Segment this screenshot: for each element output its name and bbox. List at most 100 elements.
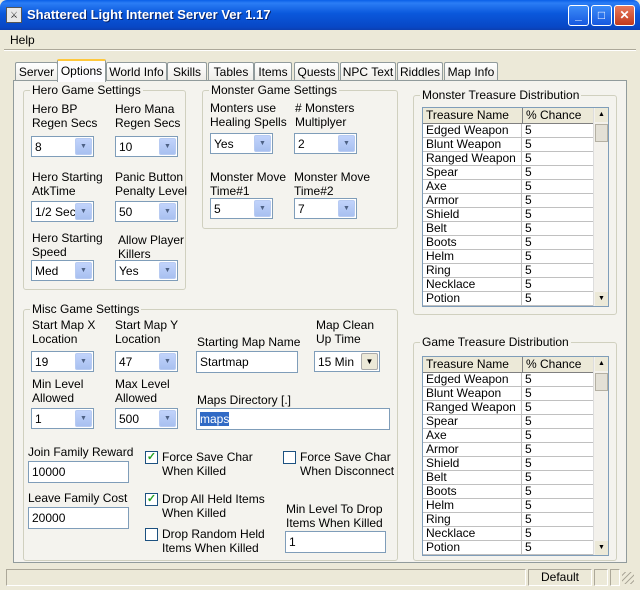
treasure-name-cell[interactable]: Ring	[423, 264, 522, 278]
table-row[interactable]: Belt 5	[423, 471, 595, 485]
minimize-button[interactable]: _	[568, 5, 589, 26]
tab-world-info[interactable]: World Info	[106, 62, 167, 81]
table-row[interactable]: Ranged Weapon 5	[423, 401, 595, 415]
treasure-name-cell[interactable]: Potion	[423, 541, 522, 555]
close-button[interactable]: ✕	[614, 5, 635, 26]
treasure-name-cell[interactable]: Axe	[423, 429, 522, 443]
table-row[interactable]: Spear 5	[423, 166, 595, 180]
treasure-name-cell[interactable]: Necklace	[423, 278, 522, 292]
hero-bp-regen-select[interactable]: 8 ▼	[31, 136, 94, 157]
treasure-name-cell[interactable]: Edged Weapon	[423, 373, 522, 387]
resize-grip-icon[interactable]	[622, 572, 634, 584]
treasure-name-cell[interactable]: Boots	[423, 236, 522, 250]
table-row[interactable]: Shield 5	[423, 208, 595, 222]
hero-speed-select[interactable]: Med ▼	[31, 260, 94, 281]
column-header-treasure-name[interactable]: Treasure Name	[423, 357, 523, 373]
treasure-name-cell[interactable]: Belt	[423, 222, 522, 236]
treasure-name-cell[interactable]: Helm	[423, 250, 522, 264]
map-clean-select[interactable]: 15 Min ▼	[314, 351, 380, 372]
drop-all-checkbox[interactable]: ✓	[145, 493, 158, 506]
column-header-chance[interactable]: % Chance	[523, 108, 595, 124]
tab-tables[interactable]: Tables	[208, 62, 254, 81]
join-reward-field[interactable]: 10000	[28, 461, 129, 483]
drop-random-checkbox[interactable]	[145, 528, 158, 541]
leave-cost-field[interactable]: 20000	[28, 507, 129, 529]
chance-cell[interactable]: 5	[522, 387, 594, 400]
dropdown-arrow-icon[interactable]: ▼	[159, 353, 176, 370]
hero-mana-regen-select[interactable]: 10 ▼	[115, 136, 178, 157]
maps-directory-field[interactable]: maps	[196, 408, 390, 430]
table-row[interactable]: Spear 5	[423, 415, 595, 429]
start-x-select[interactable]: 19 ▼	[31, 351, 94, 372]
chance-cell[interactable]: 5	[522, 166, 594, 179]
vertical-scrollbar[interactable]: ▲ ▼	[593, 357, 608, 555]
table-row[interactable]: Helm 5	[423, 250, 595, 264]
scroll-down-icon[interactable]: ▼	[595, 541, 608, 555]
monster-multiplier-select[interactable]: 2 ▼	[294, 133, 357, 154]
chance-cell[interactable]: 5	[522, 541, 594, 554]
chance-cell[interactable]: 5	[522, 194, 594, 207]
dropdown-arrow-icon[interactable]: ▼	[159, 262, 176, 279]
treasure-name-cell[interactable]: Shield	[423, 457, 522, 471]
treasure-name-cell[interactable]: Spear	[423, 166, 522, 180]
table-row[interactable]: Blunt Weapon 5	[423, 387, 595, 401]
menu-help[interactable]: Help	[10, 33, 35, 47]
dropdown-arrow-icon[interactable]: ▼	[75, 138, 92, 155]
dropdown-arrow-icon[interactable]: ▼	[159, 410, 176, 427]
column-header-treasure-name[interactable]: Treasure Name	[423, 108, 523, 124]
dropdown-arrow-icon[interactable]: ▼	[361, 353, 378, 370]
dropdown-arrow-icon[interactable]: ▼	[338, 200, 355, 217]
dropdown-arrow-icon[interactable]: ▼	[338, 135, 355, 152]
monster-move2-select[interactable]: 7 ▼	[294, 198, 357, 219]
monster-treasure-grid[interactable]: Treasure Name % Chance Edged Weapon 5 Blun…	[422, 107, 609, 307]
force-save-killed-checkbox[interactable]: ✓	[145, 451, 158, 464]
table-row[interactable]: Necklace 5	[423, 278, 595, 292]
treasure-name-cell[interactable]: Ring	[423, 513, 522, 527]
chance-cell[interactable]: 5	[522, 513, 594, 526]
table-row[interactable]: Axe 5	[423, 180, 595, 194]
chance-cell[interactable]: 5	[522, 457, 594, 470]
title-bar[interactable]: ⚔ Shattered Light Internet Server Ver 1.…	[0, 0, 640, 30]
start-map-field[interactable]: Startmap	[196, 351, 298, 373]
treasure-name-cell[interactable]: Edged Weapon	[423, 124, 522, 138]
chance-cell[interactable]: 5	[522, 222, 594, 235]
min-level-select[interactable]: 1 ▼	[31, 408, 94, 429]
chance-cell[interactable]: 5	[522, 250, 594, 263]
table-row[interactable]: Belt 5	[423, 222, 595, 236]
treasure-name-cell[interactable]: Potion	[423, 292, 522, 306]
chance-cell[interactable]: 5	[522, 527, 594, 540]
treasure-name-cell[interactable]: Blunt Weapon	[423, 387, 522, 401]
chance-cell[interactable]: 5	[522, 415, 594, 428]
treasure-name-cell[interactable]: Ranged Weapon	[423, 401, 522, 415]
chance-cell[interactable]: 5	[522, 208, 594, 221]
tab-server[interactable]: Server	[15, 62, 58, 81]
max-level-select[interactable]: 500 ▼	[115, 408, 178, 429]
treasure-name-cell[interactable]: Ranged Weapon	[423, 152, 522, 166]
scroll-up-icon[interactable]: ▲	[595, 357, 608, 371]
chance-cell[interactable]: 5	[522, 401, 594, 414]
table-row[interactable]: Ranged Weapon 5	[423, 152, 595, 166]
chance-cell[interactable]: 5	[522, 471, 594, 484]
monster-move1-select[interactable]: 5 ▼	[210, 198, 273, 219]
chance-cell[interactable]: 5	[522, 292, 594, 305]
vertical-scrollbar[interactable]: ▲ ▼	[593, 108, 608, 306]
chance-cell[interactable]: 5	[522, 180, 594, 193]
scroll-thumb[interactable]	[595, 124, 608, 142]
treasure-name-cell[interactable]: Belt	[423, 471, 522, 485]
treasure-name-cell[interactable]: Boots	[423, 485, 522, 499]
column-header-chance[interactable]: % Chance	[523, 357, 595, 373]
treasure-name-cell[interactable]: Shield	[423, 208, 522, 222]
treasure-name-cell[interactable]: Spear	[423, 415, 522, 429]
treasure-name-cell[interactable]: Armor	[423, 443, 522, 457]
force-save-disconnect-checkbox[interactable]	[283, 451, 296, 464]
table-row[interactable]: Necklace 5	[423, 527, 595, 541]
dropdown-arrow-icon[interactable]: ▼	[75, 353, 92, 370]
table-row[interactable]: Boots 5	[423, 236, 595, 250]
dropdown-arrow-icon[interactable]: ▼	[159, 203, 176, 220]
chance-cell[interactable]: 5	[522, 485, 594, 498]
table-row[interactable]: Armor 5	[423, 194, 595, 208]
tab-skills[interactable]: Skills	[167, 62, 207, 81]
treasure-name-cell[interactable]: Helm	[423, 499, 522, 513]
player-killers-select[interactable]: Yes ▼	[115, 260, 178, 281]
dropdown-arrow-icon[interactable]: ▼	[254, 135, 271, 152]
